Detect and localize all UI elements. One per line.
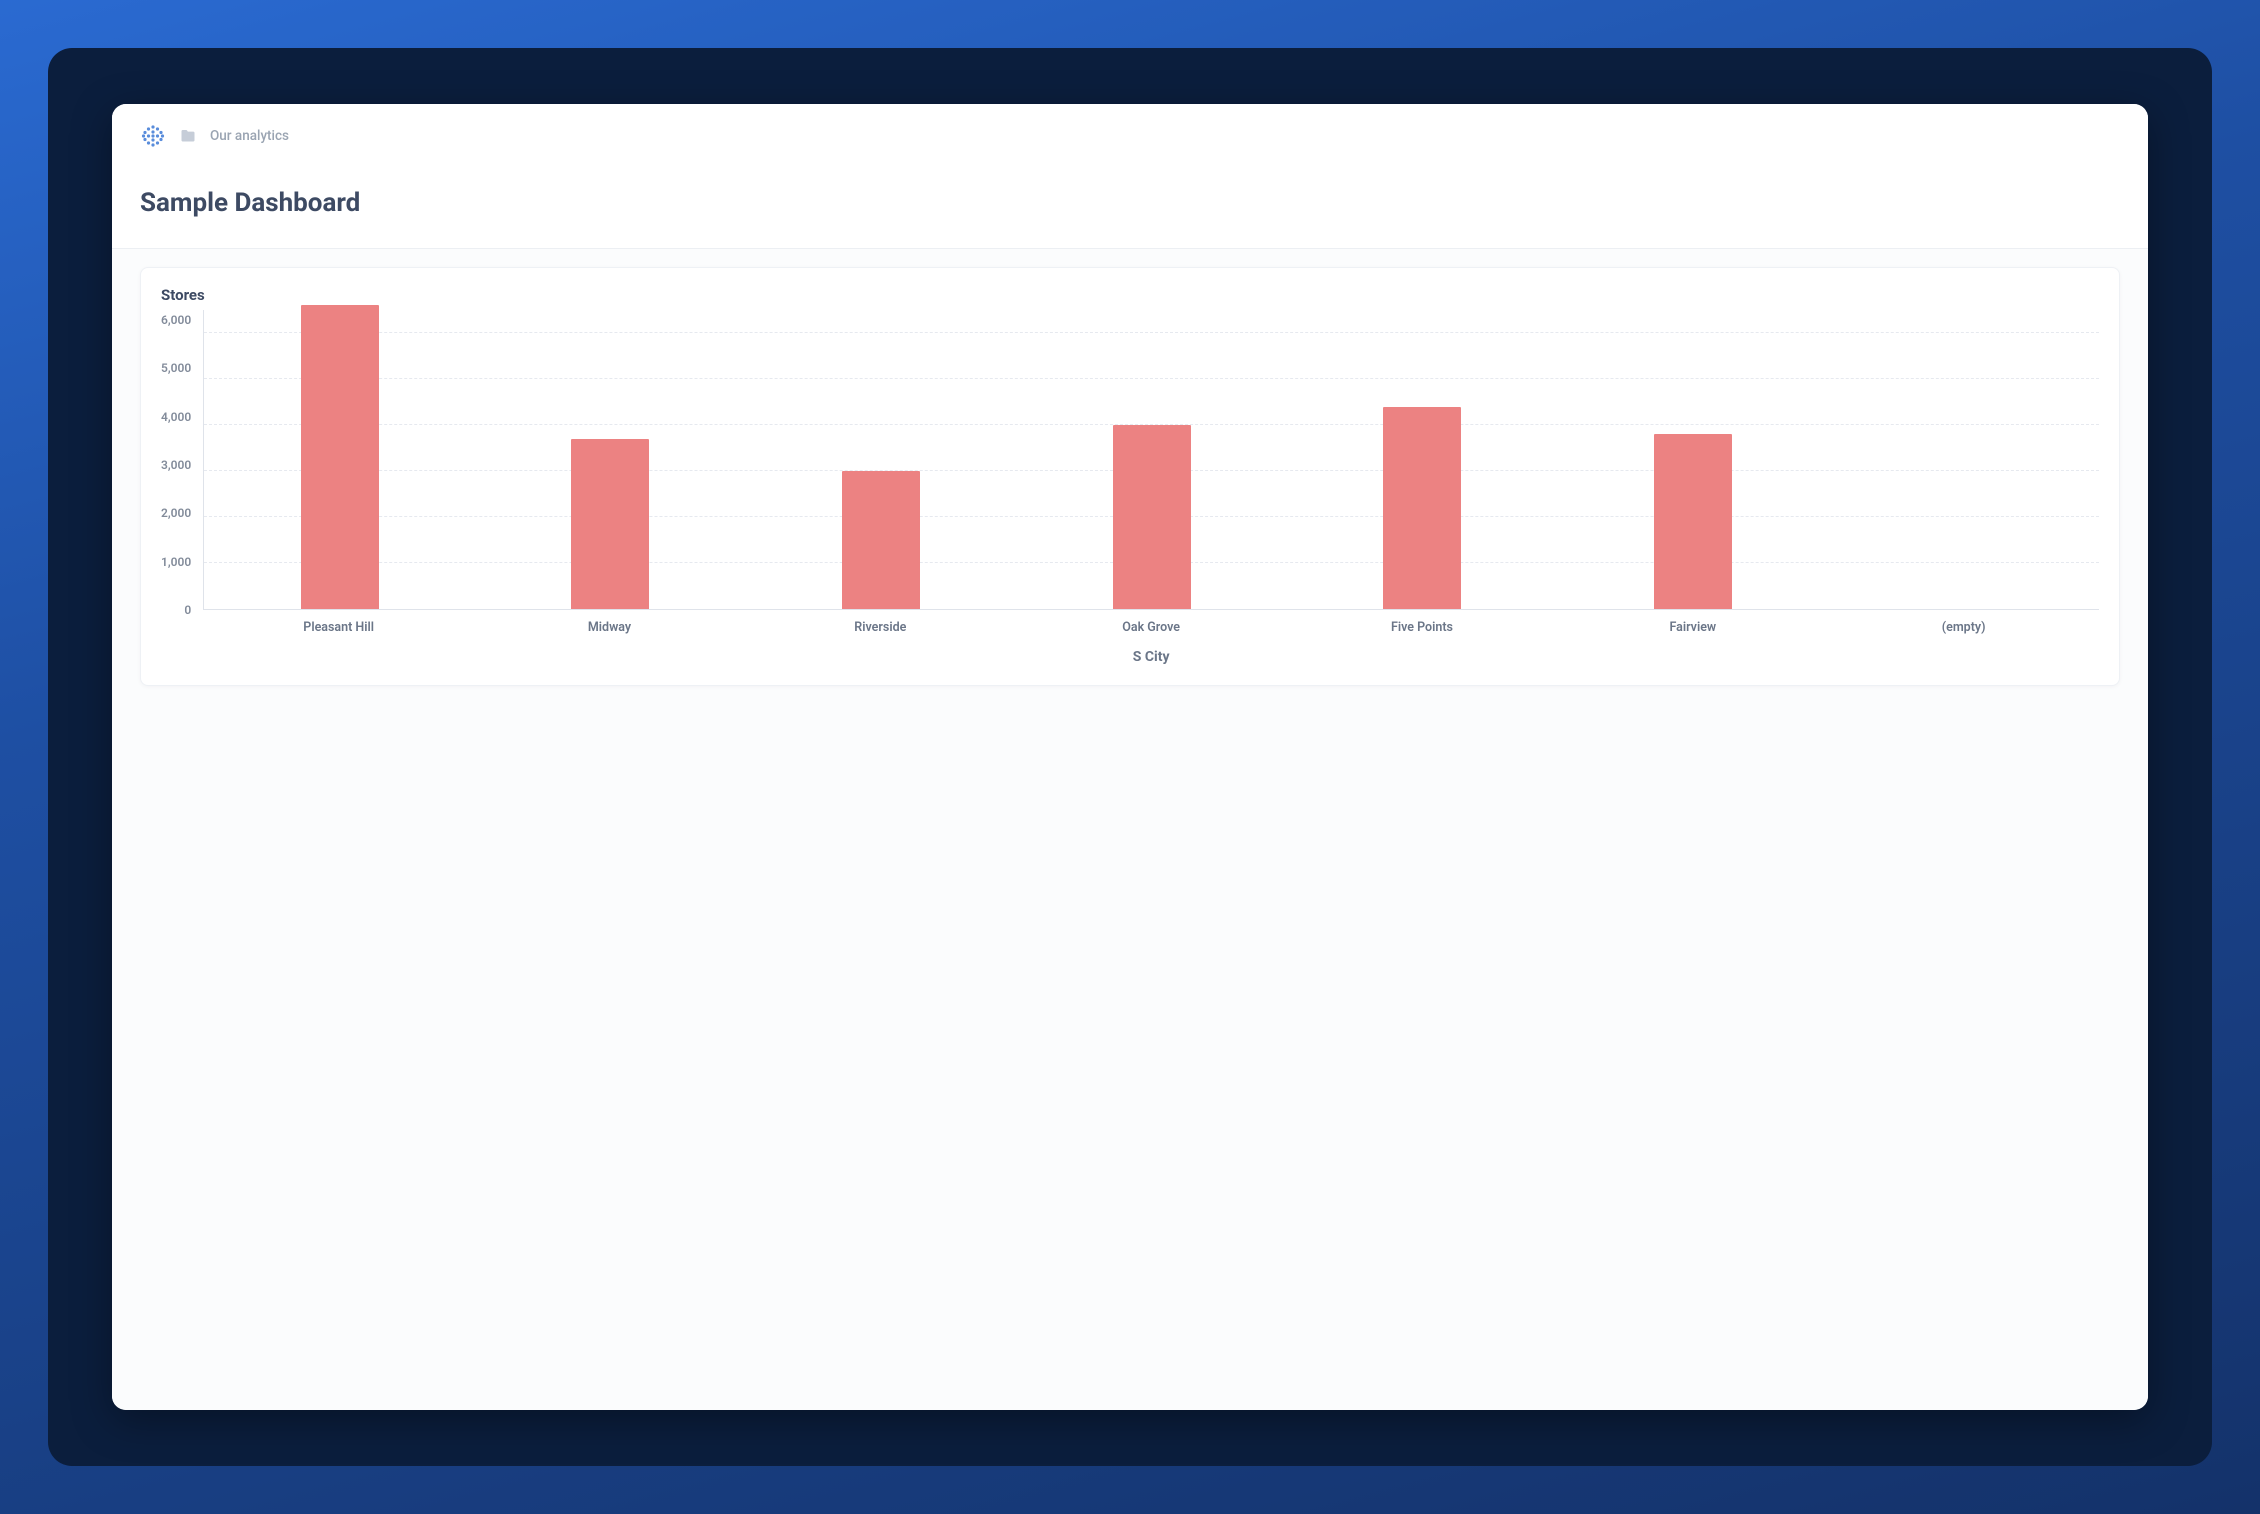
chart-bar[interactable]: [571, 439, 649, 609]
bar-slot: [746, 310, 1017, 609]
breadcrumb-folder-label[interactable]: Our analytics: [210, 128, 289, 144]
chart-bar[interactable]: [1383, 407, 1461, 609]
title-row: Sample Dashboard: [140, 154, 2120, 248]
folder-icon: [180, 129, 196, 143]
x-tick-label: (empty): [1828, 620, 2099, 635]
x-axis: Pleasant HillMidwayRiversideOak GroveFiv…: [203, 620, 2099, 635]
bar-slot: [1558, 310, 1829, 609]
x-tick-label: Five Points: [1287, 620, 1558, 635]
app-logo-icon[interactable]: [140, 123, 166, 149]
chart-title: Stores: [161, 286, 2099, 304]
page-background: Our analytics Sample Dashboard Stores 6,…: [48, 48, 2212, 1466]
plot-wrap: Pleasant HillMidwayRiversideOak GroveFiv…: [203, 310, 2099, 665]
bar-slot: [475, 310, 746, 609]
content-area: Stores 6,0005,0004,0003,0002,0001,0000 P…: [112, 249, 2148, 1410]
chart-bars: [204, 310, 2099, 609]
bar-slot: [1016, 310, 1287, 609]
header: Our analytics Sample Dashboard: [112, 104, 2148, 248]
x-tick-label: Fairview: [1557, 620, 1828, 635]
chart-bar[interactable]: [1113, 425, 1191, 609]
chart-bar[interactable]: [301, 305, 379, 609]
bar-slot: [204, 310, 475, 609]
chart-card-stores: Stores 6,0005,0004,0003,0002,0001,0000 P…: [140, 267, 2120, 686]
bar-slot: [1828, 310, 2099, 609]
page-title: Sample Dashboard: [140, 188, 2120, 218]
bar-slot: [1287, 310, 1558, 609]
x-tick-label: Pleasant Hill: [203, 620, 474, 635]
breadcrumb: Our analytics: [140, 118, 2120, 154]
chart-bar[interactable]: [842, 471, 920, 609]
y-axis: 6,0005,0004,0003,0002,0001,0000: [161, 320, 197, 610]
chart-bar[interactable]: [1654, 434, 1732, 609]
chart-area: 6,0005,0004,0003,0002,0001,0000 Pleasant…: [161, 310, 2099, 665]
x-tick-label: Riverside: [745, 620, 1016, 635]
x-axis-label: S City: [203, 649, 2099, 665]
chart-plot: [203, 310, 2099, 610]
x-tick-label: Oak Grove: [1016, 620, 1287, 635]
x-tick-label: Midway: [474, 620, 745, 635]
app-window: Our analytics Sample Dashboard Stores 6,…: [112, 104, 2148, 1410]
